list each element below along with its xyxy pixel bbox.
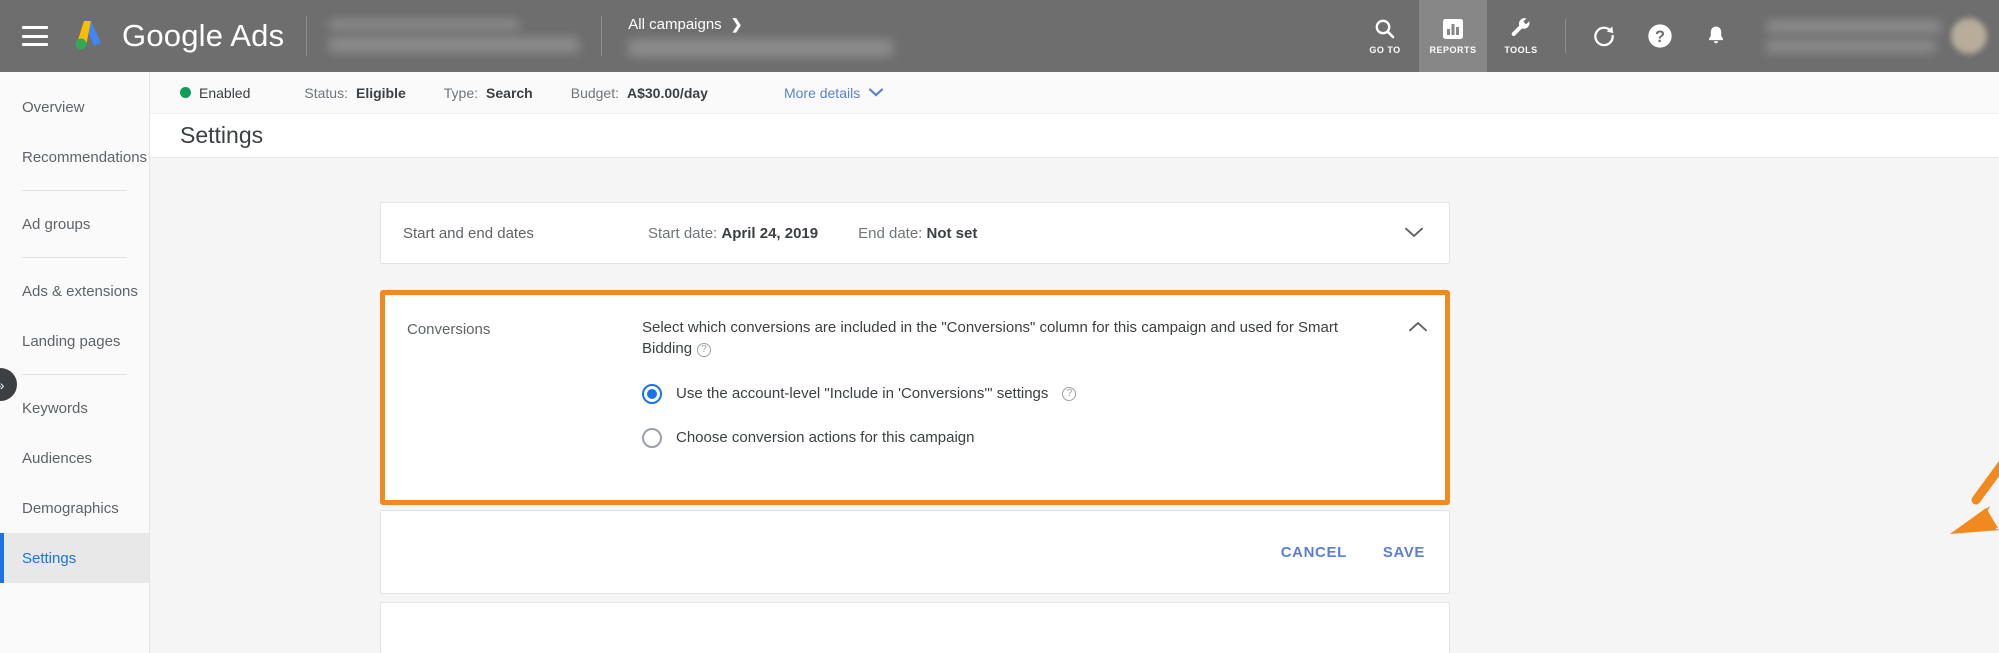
settings-content: Start and end dates Start date: April 24… (150, 158, 1999, 653)
radio-account-level-label: Use the account-level "Include in 'Conve… (676, 385, 1049, 403)
header-divider-1 (306, 16, 308, 56)
more-details-label: More details (783, 84, 861, 101)
goto-label: GO TO (1369, 45, 1401, 55)
bell-icon (1709, 26, 1723, 44)
sidebar-item-label: Audiences (22, 449, 93, 467)
status-dot-icon (180, 87, 191, 98)
header-divider-2 (601, 16, 603, 56)
campaign-name-blurred (628, 38, 894, 57)
sidebar-item-demographics[interactable]: Demographics (0, 483, 149, 533)
conversion-option-account-level[interactable]: Use the account-level "Include in 'Conve… (642, 383, 1423, 404)
sidebar-item-label: Demographics (22, 499, 119, 517)
sidebar-item-label: Settings (22, 549, 77, 567)
chevron-down-icon (869, 88, 884, 97)
type-label: Type: (443, 84, 479, 101)
search-icon (1375, 19, 1395, 39)
more-details-toggle[interactable]: More details (783, 84, 884, 101)
campaign-status-strip: Enabled Status: Eligible Type: Search Bu… (150, 72, 1999, 114)
account-info-blurred[interactable] (329, 19, 580, 53)
breadcrumb[interactable]: All campaigns ❯ (628, 15, 894, 57)
status-label: Status: (304, 84, 348, 101)
sidebar-item-label: Recommendations (22, 148, 148, 166)
sidebar-item-ad-groups[interactable]: Ad groups (0, 199, 149, 249)
avatar[interactable] (1951, 18, 1987, 54)
sidebar-item-label: Ad groups (22, 215, 91, 233)
svg-text:?: ? (1655, 28, 1665, 46)
brand-name: Google Ads (122, 18, 285, 53)
tools-button[interactable]: TOOLS (1487, 0, 1555, 72)
radio-account-level[interactable] (642, 383, 662, 404)
chevron-up-icon[interactable] (1409, 317, 1427, 337)
sidebar-item-audiences[interactable]: Audiences (0, 433, 149, 483)
start-end-dates-card[interactable]: Start and end dates Start date: April 24… (380, 202, 1450, 264)
google-ads-settings-page: Google Ads All campaigns ❯ GO TO REPORTS… (0, 0, 1999, 653)
chevron-right-icon: ❯ (730, 15, 743, 32)
brand-logo-group[interactable]: Google Ads (70, 17, 284, 56)
page-header: Settings (150, 114, 1999, 158)
wrench-icon (1511, 18, 1530, 36)
hamburger-menu-icon[interactable] (22, 26, 48, 46)
budget-label: Budget: (570, 84, 619, 101)
conversions-card[interactable]: Conversions Select which conversions are… (380, 290, 1450, 505)
cancel-button[interactable]: CANCEL (1281, 544, 1347, 561)
notifications-button[interactable] (1688, 0, 1744, 72)
dates-row-label: Start and end dates (403, 224, 534, 242)
goto-button[interactable]: GO TO (1351, 0, 1419, 72)
left-nav-sidebar: Overview Recommendations Ad groups Ads &… (0, 72, 150, 653)
conversions-row-label: Conversions (407, 321, 491, 338)
radio-choose-actions[interactable] (642, 427, 662, 448)
sidebar-item-overview[interactable]: Overview (0, 82, 149, 132)
form-actions-card: CANCEL SAVE (380, 510, 1450, 594)
sidebar-item-label: Landing pages (22, 332, 121, 350)
sidebar-item-landing-pages[interactable]: Landing pages (0, 316, 149, 366)
status-state-label: Enabled (199, 84, 251, 101)
campaign-type: Type: Search (444, 85, 533, 101)
sidebar-divider-3 (22, 374, 127, 375)
refresh-button[interactable] (1576, 0, 1632, 72)
sidebar-divider-1 (22, 190, 127, 191)
start-date-value: Start date: April 24, 2019 (648, 224, 819, 242)
top-app-bar: Google Ads All campaigns ❯ GO TO REPORTS… (0, 0, 1999, 72)
sidebar-item-label: Ads & extensions (22, 282, 138, 300)
reports-button[interactable]: REPORTS (1419, 0, 1487, 72)
budget-value: A$30.00/day (627, 84, 708, 101)
orange-arrow-annotation (1950, 460, 1999, 534)
campaign-budget: Budget: A$30.00/day (571, 85, 708, 101)
help-circle-icon: ? (1648, 24, 1672, 48)
sidebar-item-label: Keywords (22, 399, 88, 417)
radio-choose-actions-label: Choose conversion actions for this campa… (676, 429, 975, 447)
conversion-option-choose-actions[interactable]: Choose conversion actions for this campa… (642, 427, 1423, 448)
google-ads-logo-icon (70, 17, 108, 56)
user-email-blurred[interactable] (1766, 19, 1941, 53)
sidebar-item-ads-extensions[interactable]: Ads & extensions (0, 266, 149, 316)
help-circle-icon[interactable]: ? (1062, 386, 1077, 401)
page-title: Settings (180, 122, 264, 148)
status-value: Eligible (355, 84, 406, 101)
sidebar-item-label: Overview (22, 98, 85, 116)
end-date-value: End date: Not set (858, 224, 978, 242)
help-button[interactable]: ? (1632, 0, 1688, 72)
bar-chart-icon (1443, 19, 1463, 39)
tools-label: TOOLS (1504, 45, 1538, 55)
sidebar-item-keywords[interactable]: Keywords (0, 383, 149, 433)
type-value: Search (486, 84, 533, 101)
sidebar-divider-2 (22, 257, 127, 258)
conversions-body: Select which conversions are included in… (642, 317, 1423, 500)
chevron-down-icon[interactable] (1401, 223, 1427, 243)
reports-label: REPORTS (1429, 45, 1477, 55)
refresh-icon (1594, 26, 1614, 47)
status-badge: Enabled (180, 85, 250, 101)
breadcrumb-all-campaigns[interactable]: All campaigns (628, 16, 721, 33)
conversions-description: Select which conversions are included in… (642, 319, 1338, 358)
next-settings-card[interactable] (380, 602, 1450, 653)
header-divider-3 (1565, 19, 1566, 53)
save-button[interactable]: SAVE (1383, 544, 1425, 561)
sidebar-item-settings[interactable]: Settings (0, 533, 149, 583)
status-eligible: Status: Eligible (304, 85, 405, 101)
sidebar-item-recommendations[interactable]: Recommendations (0, 132, 149, 182)
help-circle-icon[interactable]: ? (697, 343, 712, 358)
